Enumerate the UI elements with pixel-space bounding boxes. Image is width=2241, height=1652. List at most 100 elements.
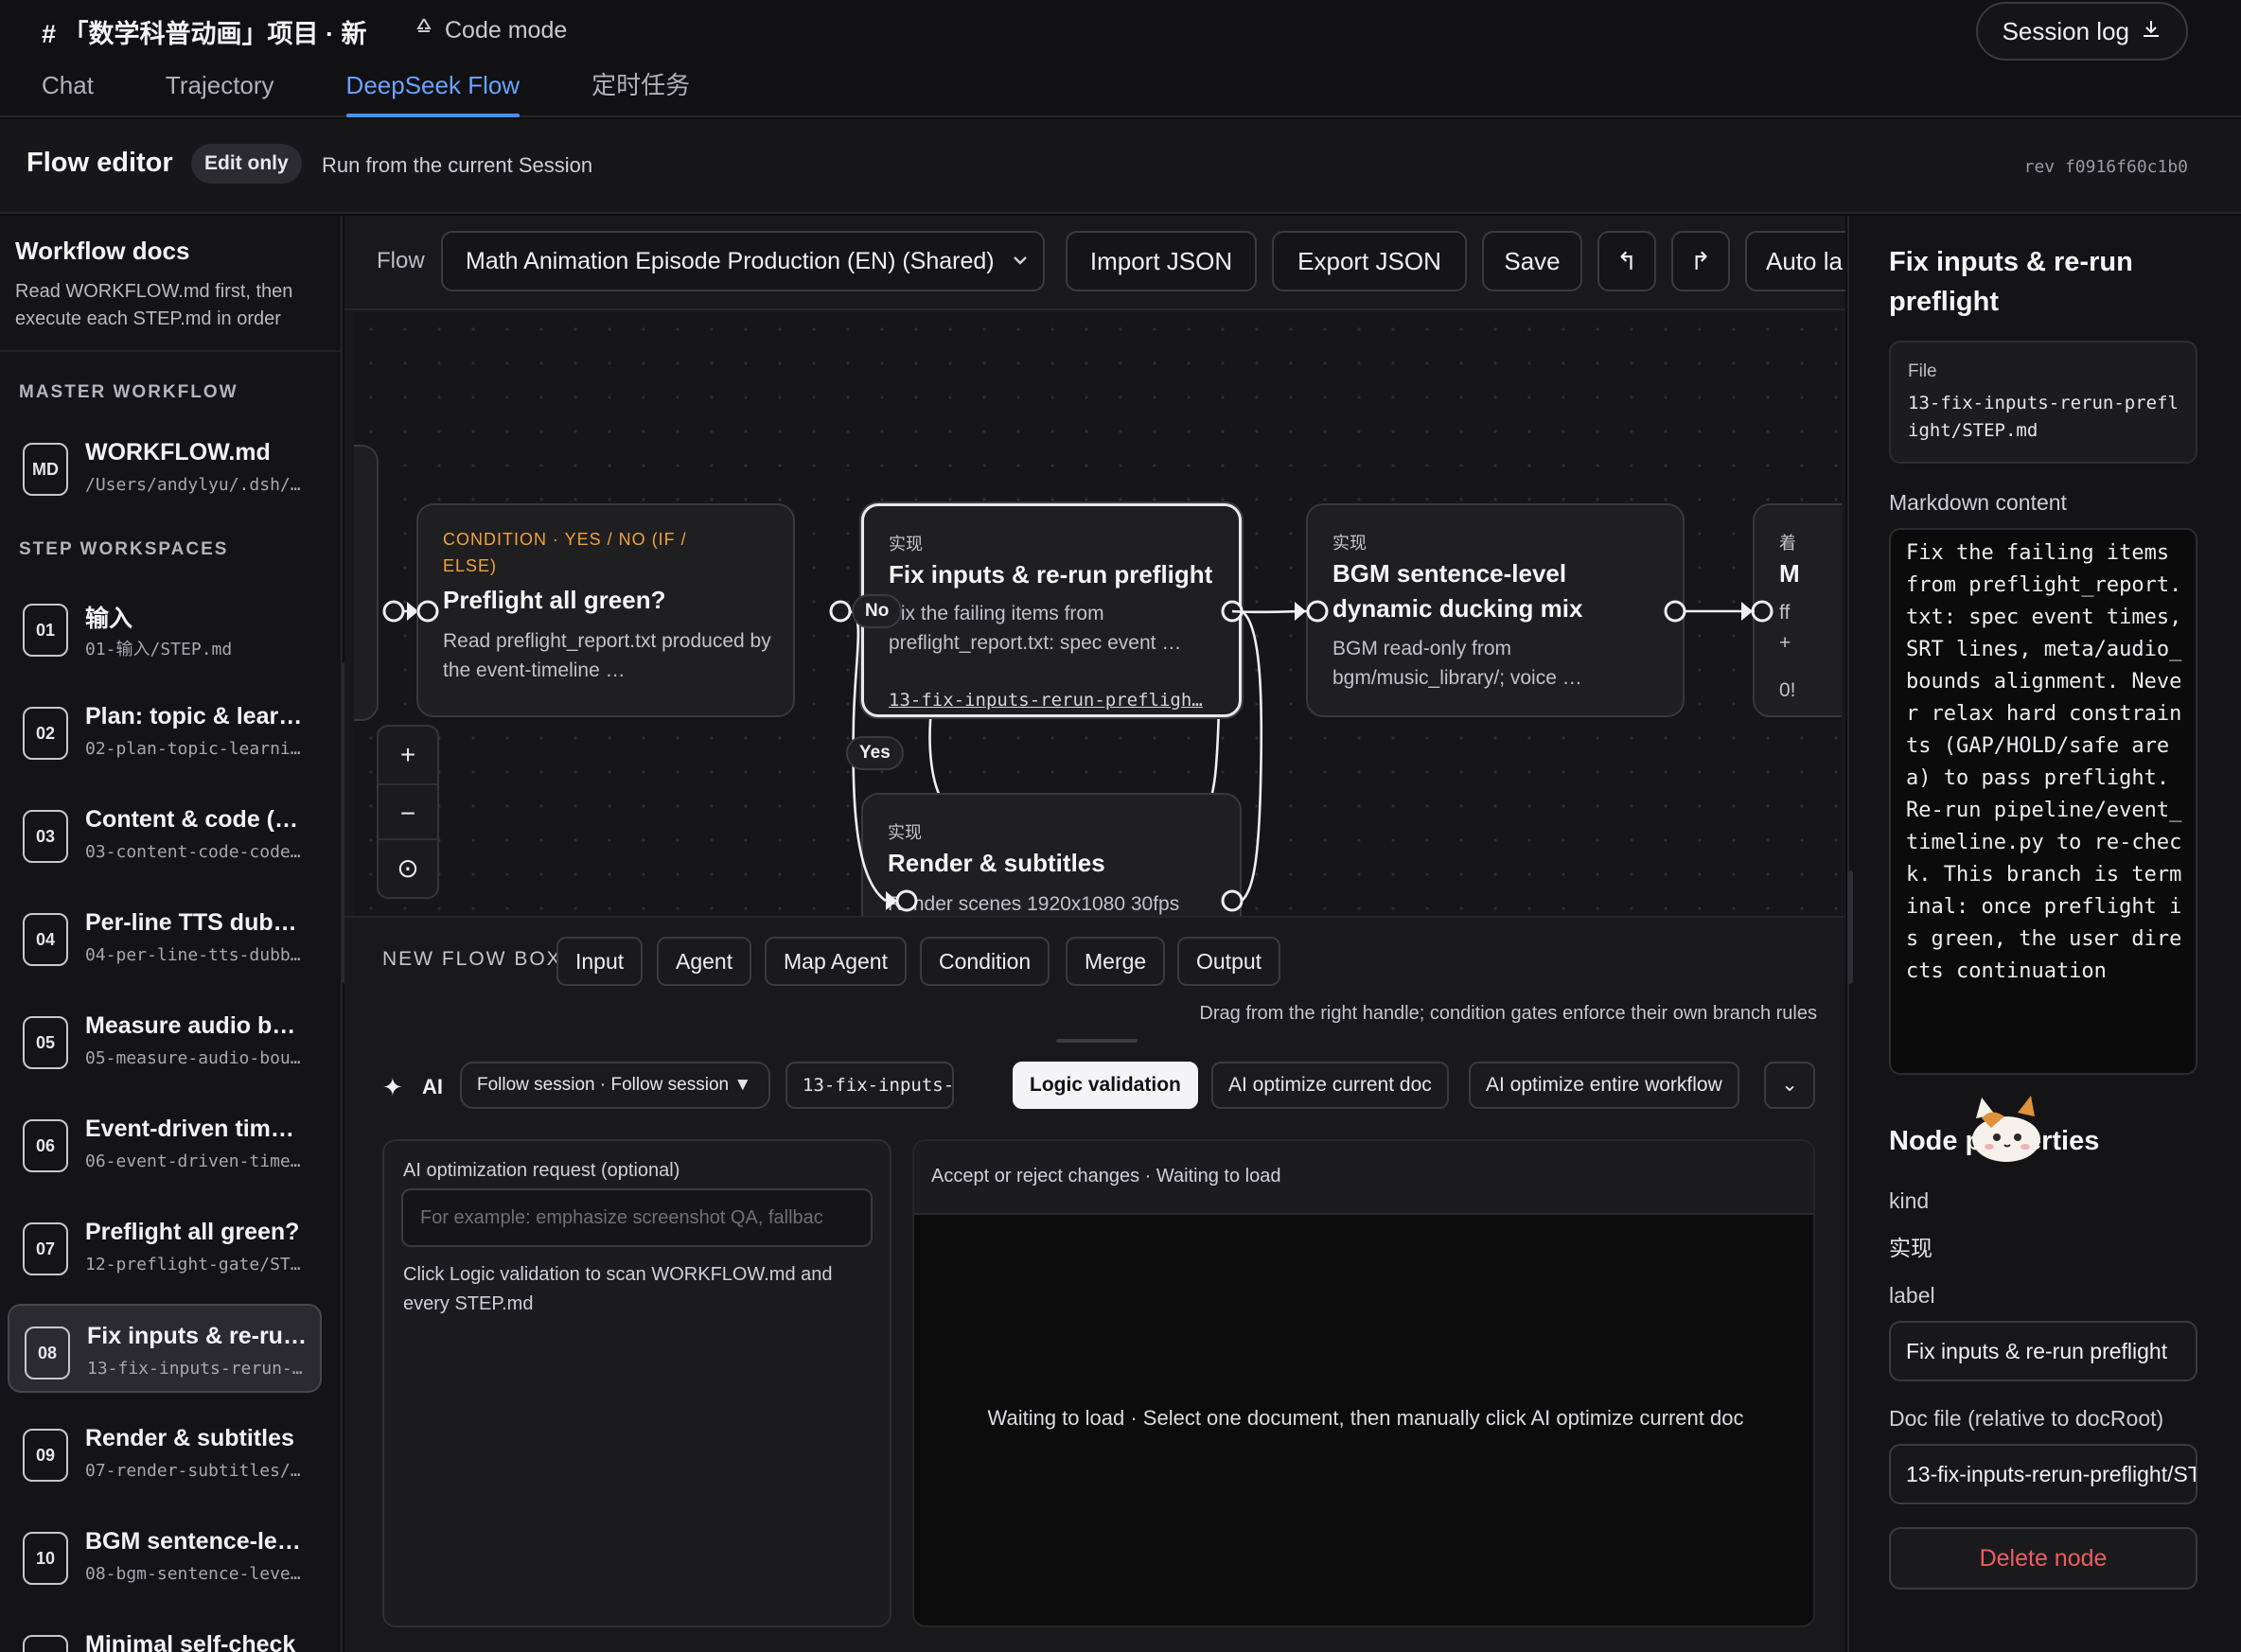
sidebar-item-step-11[interactable]: 11 Minimal self-check [8, 1614, 322, 1652]
sidebar-item-name: 输入 [85, 606, 133, 632]
new-flow-box-bar: NEW FLOW BOX Input Agent Map Agent Condi… [344, 916, 1845, 1039]
auto-layout-button[interactable]: Auto la [1745, 231, 1845, 291]
node-title: Fix inputs & re-run preflight [889, 560, 1213, 589]
add-map-agent-node-button[interactable]: Map Agent [765, 937, 907, 986]
step-badge: 05 [23, 1016, 68, 1069]
tab-deepseek-flow[interactable]: DeepSeek Flow [305, 66, 520, 117]
file-badge: MD [23, 443, 68, 496]
markdown-editor[interactable]: Fix the failing items from preflight_rep… [1889, 528, 2197, 1075]
fit-view-icon[interactable]: ⊙ [379, 840, 437, 897]
sidebar-item-name: Event-driven tim… [85, 1116, 294, 1142]
node-description: BGM read-only from bgm/music_library/; v… [1332, 638, 1582, 689]
node-description: 0! [1779, 679, 1796, 701]
ai-request-input[interactable] [401, 1188, 873, 1247]
add-condition-node-button[interactable]: Condition [920, 937, 1050, 986]
more-options-icon[interactable]: ⌄ [1764, 1062, 1815, 1109]
redo-icon[interactable]: ↱ [1671, 231, 1730, 291]
add-merge-node-button[interactable]: Merge [1066, 937, 1166, 986]
revision-label: rev f0916f60c1b0 [2023, 157, 2188, 177]
import-json-button[interactable]: Import JSON [1066, 231, 1257, 291]
ai-optimize-current-doc-button[interactable]: AI optimize current doc [1211, 1062, 1449, 1109]
flow-select[interactable]: Math Animation Episode Production (EN) (… [441, 231, 1045, 291]
sidebar-item-workflow-md[interactable]: MD WORKFLOW.md /Users/andylyu/.dsh/… [8, 422, 322, 511]
flow-node-fix-inputs[interactable]: 实现 Fix inputs & re-run preflight Fix the… [861, 503, 1242, 717]
sidebar-item-name: Content & code (… [85, 806, 298, 833]
code-mode-toggle[interactable]: Code mode [413, 16, 567, 45]
current-doc-chip[interactable]: 13-fix-inputs-re… [785, 1062, 954, 1109]
step-badge: 11 [23, 1635, 68, 1652]
node-kind: 实现 [1332, 534, 1367, 553]
docs-description: Read WORKFLOW.md first, then execute eac… [15, 281, 293, 329]
node-kind: 实现 [889, 535, 923, 554]
node-kind: 着 [1779, 534, 1796, 553]
add-agent-node-button[interactable]: Agent [657, 937, 752, 986]
session-log-button[interactable]: Session log [1975, 2, 2188, 61]
flow-node-bgm[interactable]: 实现 BGM sentence-level dynamic ducking mi… [1306, 503, 1685, 717]
step-badge: 08 [25, 1327, 70, 1380]
sidebar-item-step-04[interactable]: 04 Per-line TTS dub… 04-per-line-tts-dub… [8, 892, 322, 981]
step-badge: 06 [23, 1119, 68, 1172]
sidebar-item-step-07[interactable]: 07 Preflight all green? 12-preflight-gat… [8, 1202, 322, 1291]
sidebar-item-step-02[interactable]: 02 Plan: topic & lear… 02-plan-topic-lea… [8, 686, 322, 775]
doc-file-input[interactable]: 13-fix-inputs-rerun-preflight/STEP.md [1889, 1444, 2197, 1504]
node-kind: CONDITION · YES / NO (IF / ELSE) [443, 530, 687, 575]
node-description: Read preflight_report.txt produced by th… [443, 630, 771, 681]
sidebar-item-name: WORKFLOW.md [85, 439, 271, 466]
inspector-scrollbar[interactable] [1847, 870, 1853, 984]
ai-toolbar: ✦ AI Follow session · Follow session ▼ 1… [344, 1048, 1845, 1124]
sidebar-item-step-10[interactable]: 10 BGM sentence-le… 08-bgm-sentence-leve… [8, 1511, 322, 1600]
sidebar-item-path: 08-bgm-sentence-leve… [85, 1564, 301, 1584]
node-label-input[interactable]: Fix inputs & re-run preflight [1889, 1321, 2197, 1381]
add-input-node-button[interactable]: Input [556, 937, 644, 986]
sidebar-item-step-06[interactable]: 06 Event-driven tim… 06-event-driven-tim… [8, 1098, 322, 1187]
delete-node-button[interactable]: Delete node [1889, 1527, 2197, 1590]
step-badge: 10 [23, 1532, 68, 1585]
follow-session-select[interactable]: Follow session · Follow session ▼ [460, 1062, 770, 1109]
new-flow-box-label: NEW FLOW BOX [382, 948, 562, 970]
flow-label: Flow [377, 248, 425, 273]
label-label: label [1889, 1283, 1935, 1308]
node-kind: 实现 [888, 823, 922, 842]
zoom-in-icon[interactable]: + [379, 727, 437, 783]
node-description: Render scenes 1920x1080 30fps [888, 893, 1180, 915]
sidebar-item-path: 06-event-driven-time… [85, 1151, 301, 1171]
tab-scheduled-tasks[interactable]: 定时任务 [550, 66, 690, 117]
sidebar-item-name: Minimal self-check [85, 1631, 296, 1652]
flow-node-render[interactable]: 实现 Render & subtitles Render scenes 1920… [861, 793, 1242, 916]
tab-trajectory[interactable]: Trajectory [124, 66, 274, 117]
node-title: BGM sentence-level dynamic ducking mix [1332, 559, 1583, 623]
node-title: Render & subtitles [888, 849, 1105, 877]
add-output-node-button[interactable]: Output [1177, 937, 1281, 986]
ai-optimize-workflow-button[interactable]: AI optimize entire workflow [1469, 1062, 1739, 1109]
node-description: Fix the failing items from preflight_rep… [889, 603, 1182, 654]
tab-chat[interactable]: Chat [0, 66, 94, 117]
save-button[interactable]: Save [1482, 231, 1582, 291]
zoom-out-icon[interactable]: − [379, 783, 437, 840]
step-badge: 03 [23, 810, 68, 863]
flow-node-next[interactable]: 着 M ff + 0! [1753, 503, 1842, 717]
download-icon [2141, 17, 2162, 46]
sidebar-item-step-09[interactable]: 09 Render & subtitles 07-render-subtitle… [8, 1408, 322, 1497]
undo-icon[interactable]: ↰ [1597, 231, 1656, 291]
edge-label-no: No [852, 594, 903, 628]
sidebar-item-path: /Users/andylyu/.dsh/… [85, 475, 301, 495]
sidebar-item-step-08[interactable]: 08 Fix inputs & re-ru… 13-fix-inputs-rer… [8, 1304, 322, 1393]
flow-node-condition[interactable]: CONDITION · YES / NO (IF / ELSE) Preflig… [416, 503, 795, 717]
sidebar-item-path: 12-preflight-gate/ST… [85, 1255, 301, 1274]
sidebar-item-step-03[interactable]: 03 Content & code (… 03-content-code-cod… [8, 789, 322, 878]
flow-canvas[interactable]: CONDITION · YES / NO (IF / ELSE) Preflig… [354, 312, 1842, 916]
panel-resize-handle[interactable] [1056, 1039, 1138, 1043]
sidebar-item-step-01[interactable]: 01 输入 01-输入/STEP.md [8, 583, 322, 672]
markdown-content-label: Markdown content [1889, 490, 2067, 515]
flow-select-value: Math Animation Episode Production (EN) (… [466, 248, 995, 274]
doc-file-label: Doc file (relative to docRoot) [1889, 1406, 2164, 1431]
node-file-link[interactable]: 13-fix-inputs-rerun-prefligh… [889, 690, 1220, 711]
sidebar-item-path: 02-plan-topic-learni… [85, 739, 301, 759]
export-json-button[interactable]: Export JSON [1272, 231, 1467, 291]
sidebar-item-name: Measure audio b… [85, 1012, 296, 1039]
docs-title: Workflow docs [15, 237, 190, 265]
logic-validation-button[interactable]: Logic validation [1013, 1062, 1198, 1109]
accept-changes-empty-state: Waiting to load · Select one document, t… [987, 1406, 1744, 1430]
flow-node-previous[interactable] [354, 445, 379, 721]
sidebar-item-step-05[interactable]: 05 Measure audio b… 05-measure-audio-bou… [8, 995, 322, 1084]
